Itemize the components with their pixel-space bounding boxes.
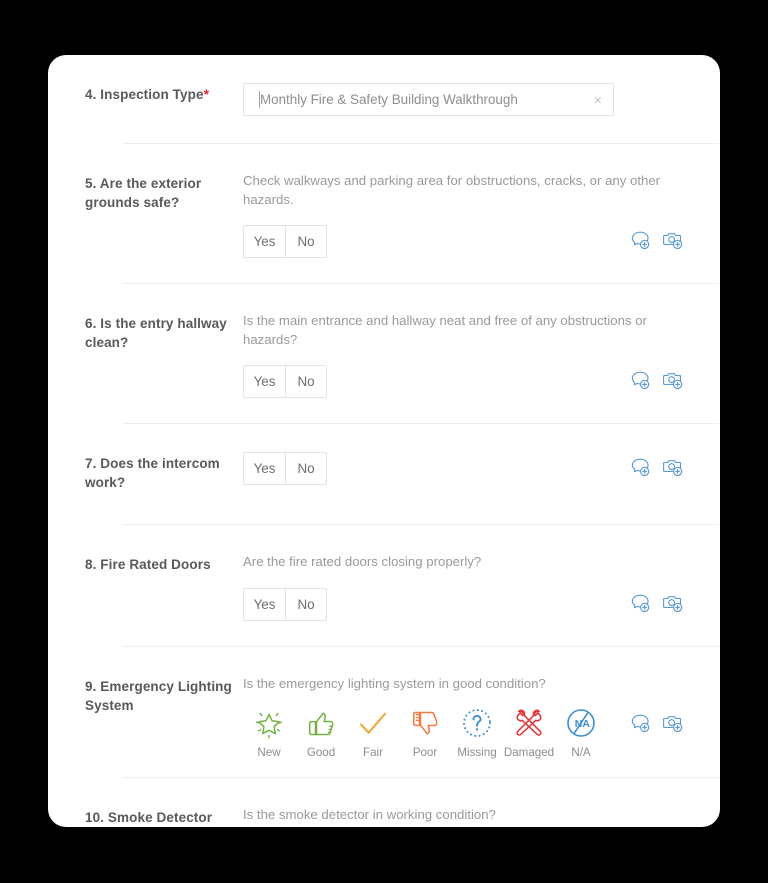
question-row-6: 6. Is the entry hallway clean? Is the ma… [85,284,684,398]
divider-wrap-4 [85,116,719,144]
rating-option-poor[interactable]: Poor [399,703,451,759]
checkmark-icon [354,703,392,743]
divider-wrap-6 [85,396,719,424]
rating-label-poor: Poor [412,746,438,759]
inspection-type-input[interactable]: Monthly Fire & Safety Building Walkthrou… [243,83,614,116]
yesno-toggle-8[interactable]: Yes No [243,587,327,621]
yesno-toggle-7[interactable]: Yes No [243,452,327,485]
rating-option-missing[interactable]: Missing [451,703,503,759]
thumbs-down-icon [406,703,444,743]
question-row-7: 7. Does the intercom work? Yes No [85,424,683,492]
yes-button-8[interactable]: Yes [244,589,285,620]
question-body-8: Are the fire rated doors closing properl… [243,553,684,621]
add-comment-icon[interactable] [629,593,651,614]
question-body-10: Is the smoke detector in working conditi… [243,806,683,825]
divider-wrap-5 [85,256,719,284]
question-label-4: 4. Inspection Type* [85,83,243,104]
question-label-8: 8. Fire Rated Doors [85,557,211,572]
question-description-8: Are the fire rated doors closing properl… [243,554,482,569]
question-actions-7 [629,457,684,478]
required-asterisk: * [203,86,210,102]
add-comment-icon[interactable] [629,457,651,478]
question-body-9: Is the emergency lighting system in good… [243,675,684,759]
no-button-5[interactable]: No [285,226,326,257]
form-scroll-area[interactable]: 4. Inspection Type* Monthly Fire & Safet… [48,55,720,827]
question-actions-6 [629,370,684,391]
rating-label-na: N/A [571,746,591,759]
star-sparkle-icon [250,703,288,743]
rating-label-good: Good [306,746,336,759]
question-body-4: Monthly Fire & Safety Building Walkthrou… [243,83,683,116]
question-label-4-text: 4. Inspection Type [85,87,204,102]
add-photo-icon[interactable] [662,457,684,478]
question-row-5: 5. Are the exterior grounds safe? Check … [85,144,684,258]
question-description-6: Is the main entrance and hallway neat an… [243,313,647,347]
rating-label-fair: Fair [363,746,383,759]
crossed-wrenches-icon [510,703,548,743]
question-row-10: 10. Smoke Detector Is the smoke detector… [85,778,683,827]
add-comment-icon[interactable] [629,713,651,734]
clear-icon[interactable]: × [594,93,602,107]
text-caret [259,91,260,108]
divider-wrap-7 [85,492,719,525]
no-button-6[interactable]: No [285,366,326,397]
rating-option-new[interactable]: New [243,703,295,759]
question-body-5: Check walkways and parking area for obst… [243,172,684,258]
svg-text:N: N [575,719,583,730]
inspection-form-card: 4. Inspection Type* Monthly Fire & Safet… [48,55,720,827]
question-label-10: 10. Smoke Detector [85,810,213,825]
rating-scale-9[interactable]: New Good Fair Poor Missing Damaged N A N… [243,703,683,759]
not-applicable-icon: N A [562,703,600,743]
inspection-type-value: Monthly Fire & Safety Building Walkthrou… [260,92,518,107]
rating-option-na[interactable]: N A N/A [555,703,607,759]
question-actions-8 [629,593,684,614]
svg-text:A: A [582,719,590,730]
question-description-10: Is the smoke detector in working conditi… [243,807,496,822]
yes-button-6[interactable]: Yes [244,366,285,397]
question-description-5: Check walkways and parking area for obst… [243,173,661,207]
question-label-9: 9. Emergency Lighting System [85,678,232,713]
rating-option-fair[interactable]: Fair [347,703,399,759]
add-comment-icon[interactable] [629,230,651,251]
rating-label-damaged: Damaged [503,746,555,759]
thumbs-up-icon [302,703,340,743]
add-photo-icon[interactable] [662,370,684,391]
add-photo-icon[interactable] [662,713,684,734]
rating-label-new: New [257,746,281,759]
add-comment-icon[interactable] [629,370,651,391]
question-body-6: Is the main entrance and hallway neat an… [243,312,684,398]
no-button-8[interactable]: No [285,588,326,620]
rating-label-missing: Missing [457,746,497,759]
question-row-4: 4. Inspection Type* Monthly Fire & Safet… [85,55,683,116]
question-actions-5 [629,230,684,251]
question-label-7: 7. Does the intercom work? [85,456,220,490]
question-label-6: 6. Is the entry hallway clean? [85,316,227,350]
question-body-7: Yes No [243,452,684,485]
yes-button-7[interactable]: Yes [244,453,285,484]
rating-option-damaged[interactable]: Damaged [503,703,555,759]
add-photo-icon[interactable] [662,593,684,614]
question-label-5: 5. Are the exterior grounds safe? [85,176,202,210]
no-button-7[interactable]: No [285,453,326,484]
yes-button-5[interactable]: Yes [244,226,285,257]
add-photo-icon[interactable] [662,230,684,251]
question-row-8: 8. Fire Rated Doors Are the fire rated d… [85,525,684,621]
yesno-toggle-5[interactable]: Yes No [243,225,327,258]
question-description-9: Is the emergency lighting system in good… [243,675,546,691]
divider-wrap-9 [85,759,719,778]
rating-option-good[interactable]: Good [295,703,347,759]
question-row-9: 9. Emergency Lighting System Is the emer… [85,647,684,759]
divider-wrap-8 [85,619,719,647]
yesno-toggle-6[interactable]: Yes No [243,365,327,398]
question-actions-9 [629,713,684,734]
question-dotted-icon [458,703,496,743]
